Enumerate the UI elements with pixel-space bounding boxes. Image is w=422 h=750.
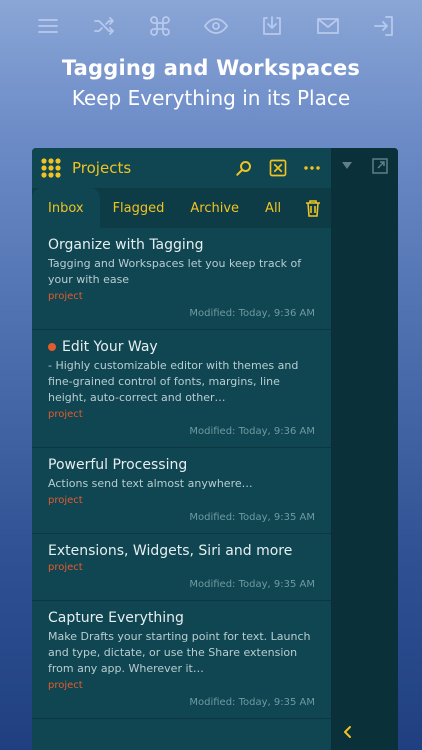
mail-icon[interactable] <box>310 8 346 44</box>
draft-modified: Modified: Today, 9:36 AM <box>189 308 315 319</box>
chevron-left-icon[interactable] <box>340 724 356 740</box>
draft-tag: project <box>48 409 83 420</box>
tab-inbox[interactable]: Inbox <box>32 188 100 228</box>
header-actions <box>235 159 321 177</box>
list-tabs: Inbox Flagged Archive All <box>32 188 331 228</box>
draft-tag: project <box>48 291 83 302</box>
list-item[interactable]: Powerful Processing Actions send text al… <box>32 448 331 534</box>
draft-modified: Modified: Today, 9:35 AM <box>189 579 315 590</box>
list-item[interactable]: Edit Your Way - Highly customizable edit… <box>32 330 331 448</box>
draft-title: Extensions, Widgets, Siri and more <box>48 543 293 559</box>
shuffle-icon[interactable] <box>86 8 122 44</box>
download-icon[interactable] <box>254 8 290 44</box>
tab-archive[interactable]: Archive <box>177 188 252 228</box>
flag-dot-icon <box>48 343 56 351</box>
draft-list: Organize with Tagging Tagging and Worksp… <box>32 228 331 719</box>
workspace-title[interactable]: Projects <box>72 159 131 177</box>
search-icon[interactable] <box>235 159 253 177</box>
draft-preview: Make Drafts your starting point for text… <box>48 630 311 675</box>
grid-menu-icon[interactable] <box>40 157 62 179</box>
app-screen: Projects Inbox Flagged Archive All Organ… <box>32 148 398 750</box>
menu-icon[interactable] <box>30 8 66 44</box>
more-icon[interactable] <box>303 159 321 177</box>
editor-panel <box>331 148 398 750</box>
list-item[interactable]: Organize with Tagging Tagging and Worksp… <box>32 228 331 330</box>
draft-title: Organize with Tagging <box>48 237 204 253</box>
close-box-icon[interactable] <box>269 159 287 177</box>
draft-tag: project <box>48 562 83 573</box>
eye-icon[interactable] <box>198 8 234 44</box>
top-toolbar <box>30 8 402 44</box>
dropdown-caret-icon[interactable] <box>342 162 352 170</box>
sign-in-icon[interactable] <box>366 8 402 44</box>
list-item[interactable]: Capture Everything Make Drafts your star… <box>32 601 331 719</box>
draft-title: Powerful Processing <box>48 457 188 473</box>
command-icon[interactable] <box>142 8 178 44</box>
draft-tag: project <box>48 680 83 691</box>
draft-list-panel: Projects Inbox Flagged Archive All Organ… <box>32 148 331 750</box>
draft-tag: project <box>48 495 83 506</box>
draft-modified: Modified: Today, 9:35 AM <box>189 512 315 523</box>
headline: Tagging and Workspaces Keep Everything i… <box>0 56 422 110</box>
list-item[interactable]: Extensions, Widgets, Siri and more proje… <box>32 534 331 601</box>
draft-title: Capture Everything <box>48 610 184 626</box>
headline-title: Tagging and Workspaces <box>61 56 361 80</box>
draft-modified: Modified: Today, 9:36 AM <box>189 426 315 437</box>
app-header: Projects <box>32 148 331 188</box>
draft-preview: - Highly customizable editor with themes… <box>48 359 299 404</box>
draft-preview: Actions send text almost anywhere… <box>48 477 253 490</box>
draft-preview: Tagging and Workspaces let you keep trac… <box>48 257 302 286</box>
headline-subtitle: Keep Everything in its Place <box>71 86 351 110</box>
draft-modified: Modified: Today, 9:35 AM <box>189 697 315 708</box>
draft-title: Edit Your Way <box>62 339 158 355</box>
tab-all[interactable]: All <box>252 188 294 228</box>
tab-flagged[interactable]: Flagged <box>100 188 178 228</box>
trash-icon[interactable] <box>305 199 321 217</box>
expand-icon[interactable] <box>372 158 388 174</box>
